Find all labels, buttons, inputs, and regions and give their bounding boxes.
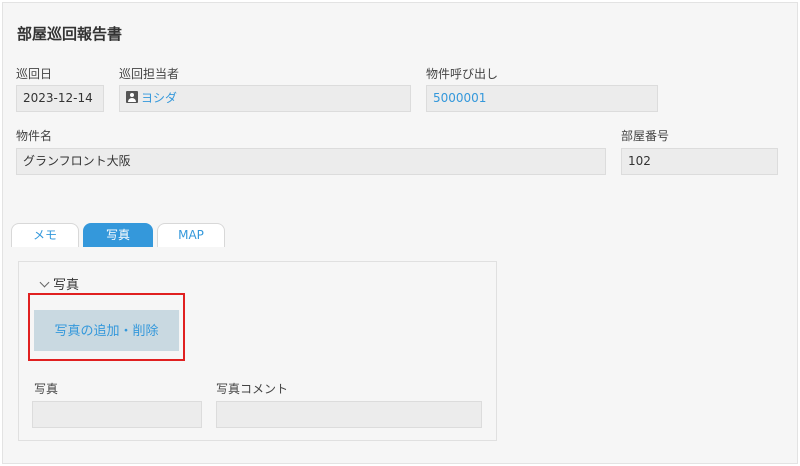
user-icon: [126, 91, 138, 103]
property-lookup-field[interactable]: 5000001: [426, 85, 658, 112]
add-delete-photo-button[interactable]: 写真の追加・削除: [34, 310, 179, 351]
patrol-date-field[interactable]: 2023-12-14: [16, 85, 104, 112]
photo-panel: 写真 写真の追加・削除 写真 写真コメント: [18, 261, 497, 441]
photo-label: 写真: [34, 382, 59, 396]
tab-photo[interactable]: 写真: [83, 223, 153, 247]
photo-section-title: 写真: [53, 278, 80, 293]
patrol-staff-value[interactable]: ヨシダ: [141, 91, 177, 105]
property-name-label: 物件名: [16, 129, 53, 143]
property-lookup-label: 物件呼び出し: [426, 67, 499, 81]
room-number-label: 部屋番号: [621, 129, 670, 143]
photo-field[interactable]: [32, 401, 202, 428]
photo-section-header[interactable]: 写真: [39, 274, 80, 293]
chevron-down-icon: [39, 277, 50, 288]
property-name-field[interactable]: グランフロント大阪: [16, 148, 606, 175]
tab-memo[interactable]: メモ: [11, 223, 79, 247]
tab-map[interactable]: MAP: [157, 223, 225, 247]
photo-comment-label: 写真コメント: [216, 382, 289, 396]
page-title: 部屋巡回報告書: [17, 25, 123, 43]
report-form: 部屋巡回報告書 巡回日 2023-12-14 巡回担当者 ヨシダ 物件呼び出し …: [2, 2, 798, 464]
patrol-date-label: 巡回日: [16, 67, 53, 81]
patrol-staff-label: 巡回担当者: [119, 67, 180, 81]
photo-comment-field[interactable]: [216, 401, 482, 428]
patrol-staff-field[interactable]: ヨシダ: [119, 85, 411, 112]
room-number-field[interactable]: 102: [621, 148, 778, 175]
